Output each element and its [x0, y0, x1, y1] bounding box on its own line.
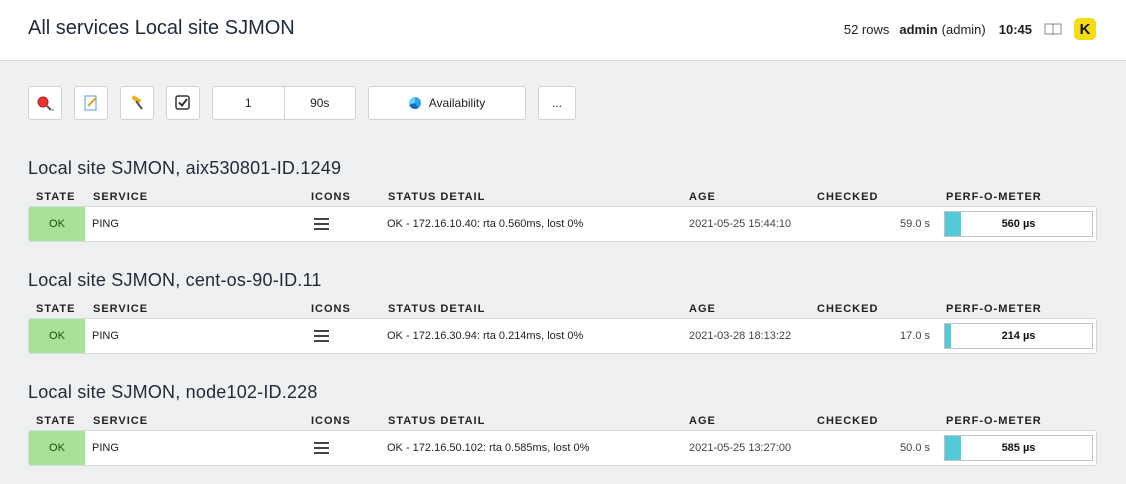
col-state[interactable]: STATE [36, 415, 75, 427]
user-role: (admin) [941, 21, 986, 37]
search-button[interactable] [28, 86, 62, 120]
menu-icon[interactable] [314, 442, 329, 454]
hammer-icon [131, 95, 143, 110]
search-icon [37, 96, 54, 111]
col-status-detail[interactable]: STATUS DETAIL [388, 303, 485, 315]
col-perf[interactable]: PERF-O-METER [946, 415, 1042, 427]
col-age[interactable]: AGE [689, 303, 716, 315]
col-checked[interactable]: CHECKED [817, 191, 878, 203]
age-value: 2021-05-25 15:44:10 [689, 218, 792, 230]
status-detail: OK - 172.16.30.94: rta 0.214ms, lost 0% [387, 330, 584, 342]
refresh-count[interactable]: 1 [213, 87, 284, 119]
availability-label: Availability [428, 96, 486, 110]
status-detail: OK - 172.16.10.40: rta 0.560ms, lost 0% [387, 218, 584, 230]
more-label: ... [551, 96, 562, 110]
checkbox-toggle-button[interactable] [166, 86, 200, 120]
col-state[interactable]: STATE [36, 191, 75, 203]
checkmk-logo-icon[interactable]: K [1074, 18, 1096, 40]
checked-value: 17.0 s [900, 330, 930, 342]
col-checked[interactable]: CHECKED [817, 303, 878, 315]
row-count: 52 rows [843, 21, 890, 37]
menu-icon[interactable] [314, 330, 329, 342]
status-badge: OK [29, 431, 85, 465]
checked-value: 59.0 s [900, 218, 930, 230]
perf-o-meter: 560 µs [944, 211, 1093, 237]
col-perf[interactable]: PERF-O-METER [946, 303, 1042, 315]
col-age[interactable]: AGE [689, 191, 716, 203]
page-header: All services Local site SJMON 52 rows ad… [0, 0, 1126, 61]
perf-label: 585 µs [1001, 442, 1036, 454]
col-service[interactable]: SERVICE [93, 303, 148, 315]
column-headers: STATE SERVICE ICONS STATUS DETAIL AGE CH… [28, 303, 1097, 317]
status-badge: OK [29, 319, 85, 353]
age-value: 2021-03-28 18:13:22 [689, 330, 792, 342]
col-checked[interactable]: CHECKED [817, 415, 878, 427]
refresh-control: 1 90s [212, 86, 356, 120]
header-status: 52 rows admin (admin) 10:45 K [844, 17, 1096, 41]
perf-o-meter: 214 µs [944, 323, 1093, 349]
col-state[interactable]: STATE [36, 303, 75, 315]
perf-label: 214 µs [1001, 330, 1036, 342]
col-status-detail[interactable]: STATUS DETAIL [388, 415, 485, 427]
service-name[interactable]: PING [92, 442, 119, 454]
status-detail: OK - 172.16.50.102: rta 0.585ms, lost 0% [387, 442, 590, 454]
clock: 10:45 [998, 21, 1032, 37]
perf-label: 560 µs [1001, 218, 1036, 230]
checked-value: 50.0 s [900, 442, 930, 454]
checkbox-icon [175, 95, 190, 110]
refresh-interval[interactable]: 90s [283, 87, 356, 119]
table-row: OK PING OK - 172.16.50.102: rta 0.585ms,… [28, 430, 1097, 466]
host-group-title[interactable]: Local site SJMON, aix530801-ID.1249 [28, 158, 341, 179]
col-age[interactable]: AGE [689, 415, 716, 427]
column-headers: STATE SERVICE ICONS STATUS DETAIL AGE CH… [28, 415, 1097, 429]
menu-icon[interactable] [314, 218, 329, 230]
col-icons[interactable]: ICONS [311, 415, 351, 427]
book-icon[interactable] [1044, 22, 1062, 36]
col-status-detail[interactable]: STATUS DETAIL [388, 191, 485, 203]
availability-icon [408, 97, 421, 109]
page-title: All services Local site SJMON [28, 17, 295, 39]
service-name[interactable]: PING [92, 218, 119, 230]
service-name[interactable]: PING [92, 330, 119, 342]
status-badge: OK [29, 207, 85, 241]
availability-button[interactable]: Availability [368, 86, 526, 120]
more-button[interactable]: ... [538, 86, 576, 120]
col-icons[interactable]: ICONS [311, 303, 351, 315]
col-service[interactable]: SERVICE [93, 415, 148, 427]
col-service[interactable]: SERVICE [93, 191, 148, 203]
age-value: 2021-05-25 13:27:00 [689, 442, 792, 454]
table-row: OK PING OK - 172.16.10.40: rta 0.560ms, … [28, 206, 1097, 242]
user-name[interactable]: admin [899, 22, 937, 37]
commands-button[interactable] [120, 86, 154, 120]
edit-view-button[interactable] [74, 86, 108, 120]
col-icons[interactable]: ICONS [311, 191, 351, 203]
table-row: OK PING OK - 172.16.30.94: rta 0.214ms, … [28, 318, 1097, 354]
column-headers: STATE SERVICE ICONS STATUS DETAIL AGE CH… [28, 191, 1097, 205]
host-group-title[interactable]: Local site SJMON, node102-ID.228 [28, 382, 318, 403]
perf-o-meter: 585 µs [944, 435, 1093, 461]
col-perf[interactable]: PERF-O-METER [946, 191, 1042, 203]
host-group-title[interactable]: Local site SJMON, cent-os-90-ID.11 [28, 270, 322, 291]
edit-icon [84, 95, 97, 111]
